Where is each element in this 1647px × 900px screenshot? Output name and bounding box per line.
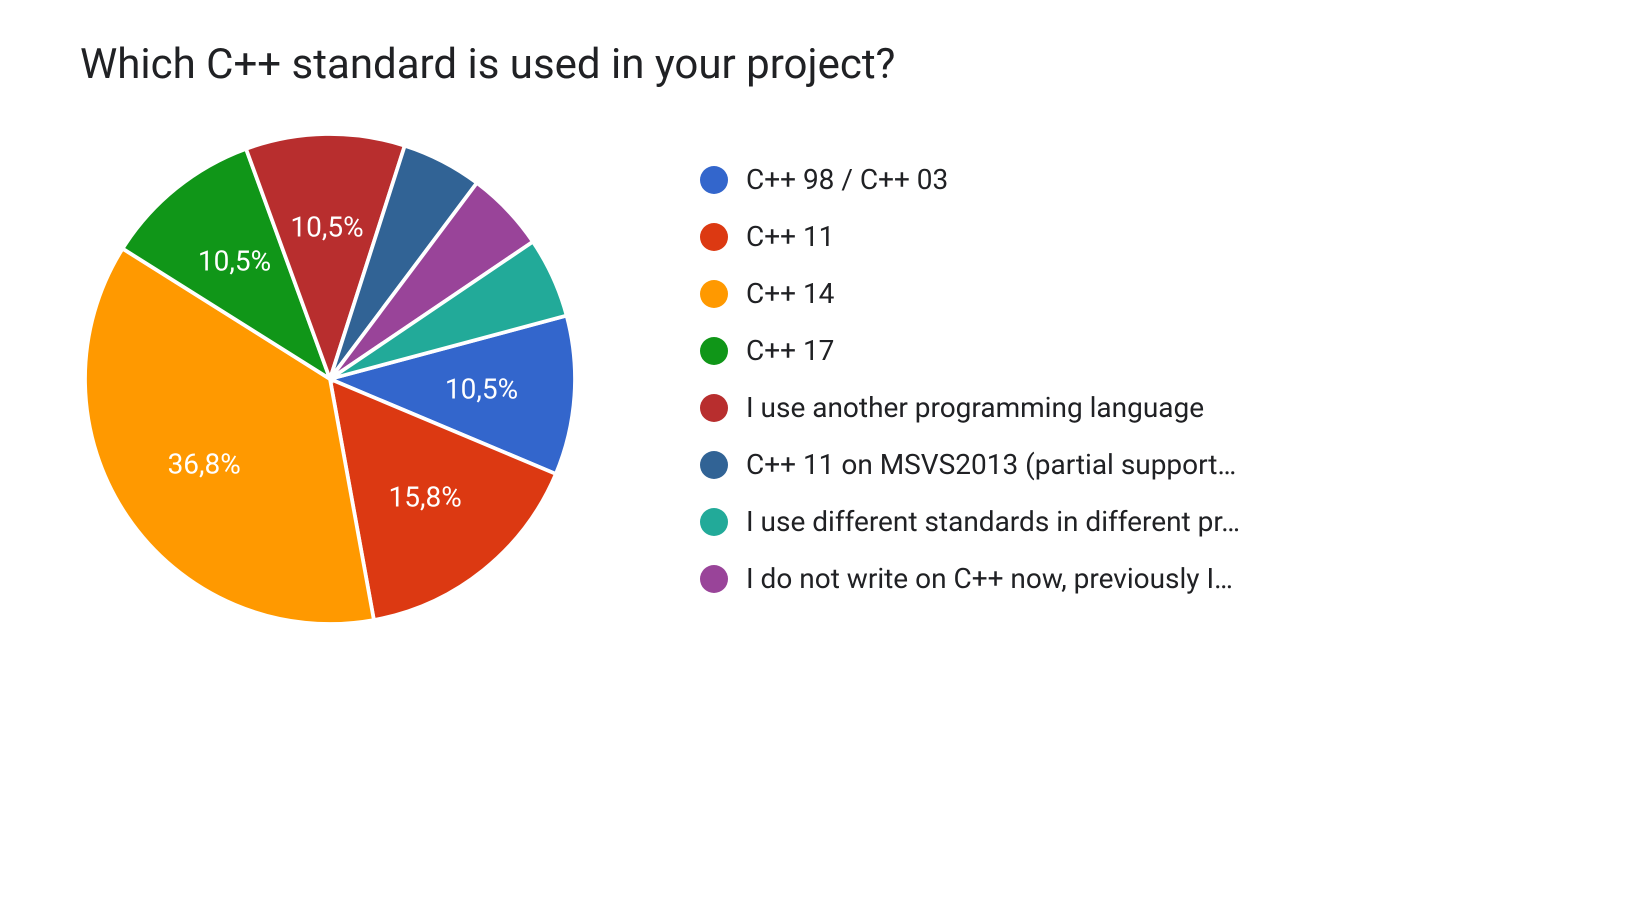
legend-dot: [700, 565, 728, 593]
legend-item[interactable]: C++ 17: [700, 334, 1240, 367]
legend-label: I do not write on C++ now, previously I…: [746, 562, 1233, 595]
legend-label: C++ 11 on MSVS2013 (partial support…: [746, 448, 1236, 481]
legend-item[interactable]: C++ 11 on MSVS2013 (partial support…: [700, 448, 1240, 481]
legend-label: I use different standards in different p…: [746, 505, 1240, 538]
legend-label: C++ 14: [746, 277, 834, 310]
legend-item[interactable]: I use different standards in different p…: [700, 505, 1240, 538]
chart-container: 10,5%15,8%36,8%10,5%10,5% C++ 98 / C++ 0…: [80, 129, 1567, 629]
legend-dot: [700, 337, 728, 365]
legend-item[interactable]: I use another programming language: [700, 391, 1240, 424]
legend-item[interactable]: C++ 98 / C++ 03: [700, 163, 1240, 196]
legend-item[interactable]: I do not write on C++ now, previously I…: [700, 562, 1240, 595]
legend-dot: [700, 223, 728, 251]
legend-dot: [700, 451, 728, 479]
pie-chart: 10,5%15,8%36,8%10,5%10,5%: [80, 129, 580, 629]
legend-label: C++ 11: [746, 220, 834, 253]
legend-dot: [700, 280, 728, 308]
legend-item[interactable]: C++ 11: [700, 220, 1240, 253]
legend: C++ 98 / C++ 03 C++ 11 C++ 14 C++ 17 I use a…: [700, 163, 1240, 595]
legend-label: I use another programming language: [746, 391, 1204, 424]
legend-label: C++ 98 / C++ 03: [746, 163, 948, 196]
legend-dot: [700, 508, 728, 536]
legend-dot: [700, 394, 728, 422]
legend-item[interactable]: C++ 14: [700, 277, 1240, 310]
chart-title: Which C++ standard is used in your proje…: [80, 40, 1567, 89]
legend-label: C++ 17: [746, 334, 834, 367]
legend-dot: [700, 166, 728, 194]
